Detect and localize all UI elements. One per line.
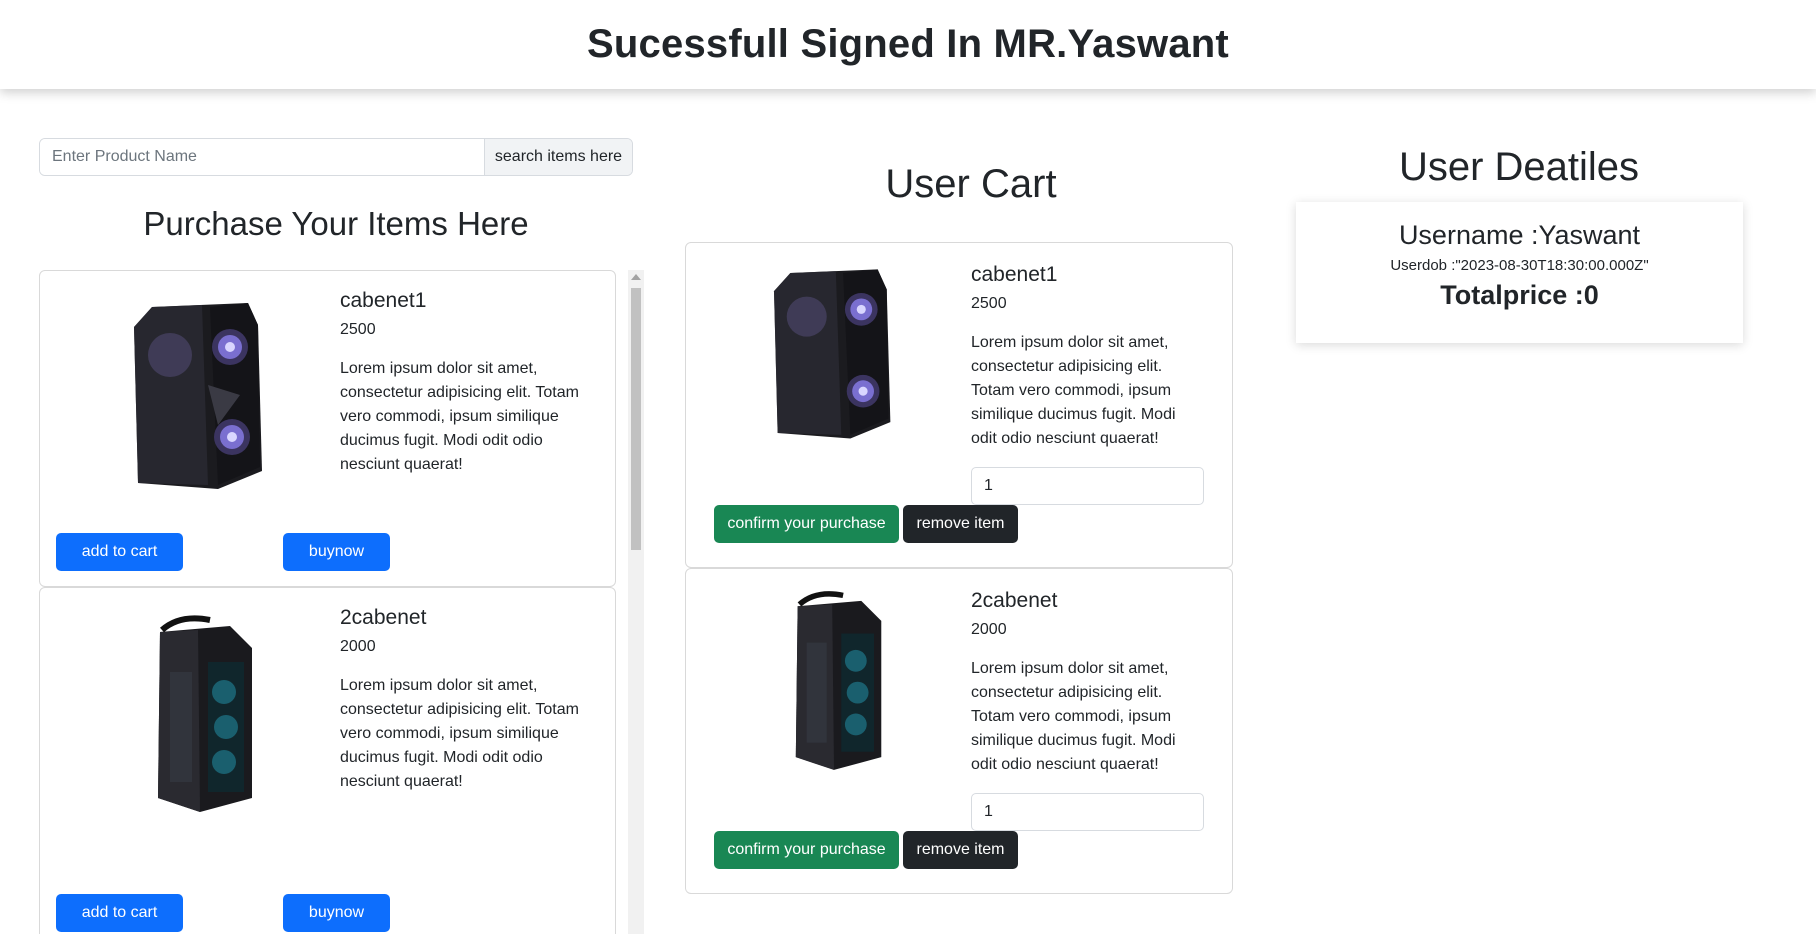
cart-item-info: 2cabenet 2000 Lorem ipsum dolor sit amet…	[971, 589, 1201, 777]
quantity-input[interactable]	[971, 467, 1204, 505]
user-details-title: User Deatiles	[1398, 145, 1640, 189]
search-input[interactable]	[40, 139, 484, 175]
scroll-up-arrow-icon[interactable]	[631, 274, 641, 280]
confirm-purchase-button[interactable]: confirm your purchase	[714, 831, 899, 869]
page-title: Sucessfull Signed In MR.Yaswant	[587, 22, 1229, 66]
cart-item-name: 2cabenet	[971, 589, 1058, 612]
product-list-scrollbar[interactable]	[628, 270, 644, 934]
cart-item-info: cabenet1 2500 Lorem ipsum dolor sit amet…	[971, 263, 1201, 451]
product-search: search items here	[39, 138, 633, 176]
cart-item-price: 2500	[971, 295, 1007, 312]
add-to-cart-button[interactable]: add to cart	[56, 533, 183, 571]
product-card: 2cabenet 2000 Lorem ipsum dolor sit amet…	[39, 587, 616, 934]
add-to-cart-button[interactable]: add to cart	[56, 894, 183, 932]
product-info: cabenet1 2500 Lorem ipsum dolor sit amet…	[340, 289, 590, 477]
pc-case-image	[158, 615, 252, 812]
remove-item-button[interactable]: remove item	[903, 831, 1018, 869]
total-price: Totalprice :0	[1440, 280, 1599, 310]
search-button[interactable]: search items here	[484, 139, 632, 175]
product-list[interactable]: cabenet1 2500 Lorem ipsum dolor sit amet…	[39, 270, 616, 934]
scrollbar-thumb[interactable]	[631, 288, 641, 550]
user-dob: Userdob :"2023-08-30T18:30:00.000Z"	[1390, 257, 1649, 274]
username: Username :Yaswant	[1398, 220, 1641, 250]
product-card: cabenet1 2500 Lorem ipsum dolor sit amet…	[39, 270, 616, 587]
product-price: 2000	[340, 638, 376, 655]
pc-case-image	[774, 269, 891, 439]
product-description: Lorem ipsum dolor sit amet, consectetur …	[340, 360, 579, 473]
pc-case-image	[134, 303, 262, 489]
buy-now-button[interactable]: buynow	[283, 894, 390, 932]
cart-title: User Cart	[885, 162, 1057, 206]
top-header: Sucessfull Signed In MR.Yaswant	[0, 0, 1816, 89]
product-price: 2500	[340, 321, 376, 338]
cart-item-description: Lorem ipsum dolor sit amet, consectetur …	[971, 334, 1176, 447]
cart-item-card: cabenet1 2500 Lorem ipsum dolor sit amet…	[685, 242, 1233, 568]
cart-item-card: 2cabenet 2000 Lorem ipsum dolor sit amet…	[685, 568, 1233, 894]
products-section-title: Purchase Your Items Here	[143, 205, 529, 242]
confirm-purchase-button[interactable]: confirm your purchase	[714, 505, 899, 543]
cart-item-price: 2000	[971, 621, 1007, 638]
product-info: 2cabenet 2000 Lorem ipsum dolor sit amet…	[340, 606, 590, 794]
quantity-input[interactable]	[971, 793, 1204, 831]
user-details-card: Username :Yaswant Userdob :"2023-08-30T1…	[1296, 202, 1743, 343]
remove-item-button[interactable]: remove item	[903, 505, 1018, 543]
cart-item-name: cabenet1	[971, 263, 1058, 286]
pc-case-image	[795, 591, 882, 770]
product-description: Lorem ipsum dolor sit amet, consectetur …	[340, 677, 579, 790]
buy-now-button[interactable]: buynow	[283, 533, 390, 571]
cart-item-description: Lorem ipsum dolor sit amet, consectetur …	[971, 660, 1176, 773]
product-name: 2cabenet	[340, 606, 427, 629]
product-name: cabenet1	[340, 289, 427, 312]
